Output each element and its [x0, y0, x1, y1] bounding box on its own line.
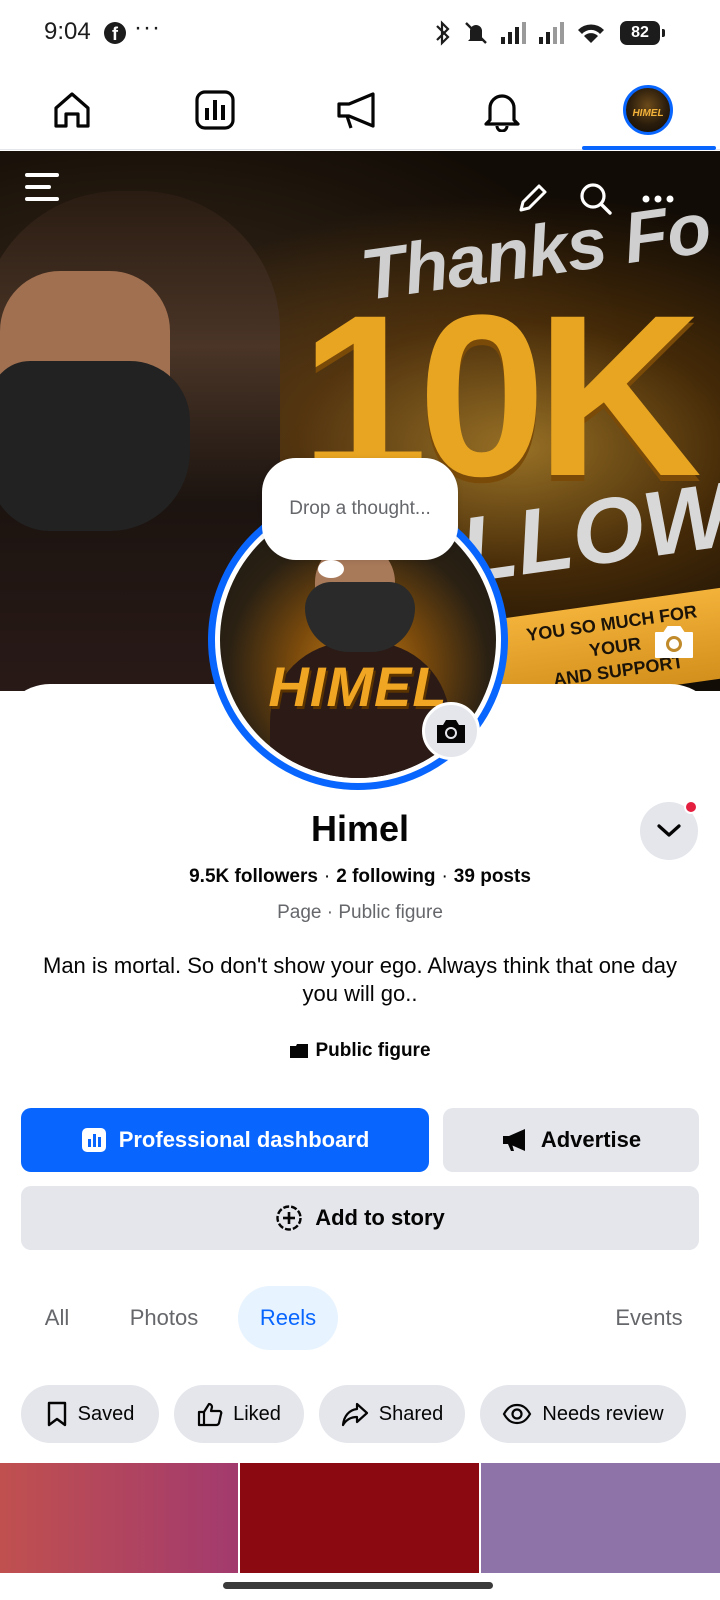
share-icon [341, 1402, 368, 1427]
chip-needs-review[interactable]: Needs review [480, 1385, 686, 1443]
profile-image-mask [305, 582, 415, 652]
home-indicator[interactable] [223, 1582, 493, 1589]
chip-liked-label: Liked [233, 1402, 281, 1425]
thought-bubble-tail [318, 560, 344, 578]
thought-bubble[interactable]: Drop a thought... [262, 458, 458, 560]
bookmark-icon [47, 1401, 66, 1427]
reel-thumbnail[interactable] [0, 1463, 238, 1573]
chevron-down-icon [657, 824, 681, 837]
professional-dashboard-button[interactable]: Professional dashboard [21, 1108, 429, 1172]
megaphone-icon [502, 1129, 525, 1151]
add-to-story-button[interactable]: Add to story [21, 1186, 699, 1250]
chip-liked[interactable]: Liked [174, 1385, 304, 1443]
following-count[interactable]: 2 following [336, 866, 435, 887]
status-bar: 9:04 f ··· 82 [0, 0, 720, 66]
thumbs-up-icon [197, 1402, 223, 1427]
chip-shared[interactable]: Shared [319, 1385, 465, 1443]
tab-reels[interactable]: Reels [238, 1286, 338, 1350]
nav-active-indicator [582, 146, 716, 150]
nav-dashboard[interactable] [185, 80, 245, 140]
megaphone-icon [337, 92, 375, 129]
stats-separator: · [441, 866, 448, 887]
facebook-notification-icon: f [104, 22, 126, 44]
profile-category: Page · Public figure [277, 902, 443, 923]
bluetooth-icon [436, 20, 450, 46]
public-figure-text: Public figure [315, 1040, 431, 1061]
dashboard-icon [81, 1128, 106, 1152]
edit-cover-button[interactable] [652, 621, 696, 661]
profile-bio: Man is mortal. So don't show your ego. A… [43, 953, 677, 1006]
add-circle-icon [276, 1205, 302, 1231]
cover-mask [0, 361, 190, 531]
chip-needs-review-label: Needs review [542, 1402, 664, 1425]
public-figure-label: Public figure [0, 1040, 720, 1062]
home-icon [54, 92, 90, 128]
posts-count: 39 posts [453, 866, 531, 887]
wifi-icon [578, 24, 604, 43]
signal-2-icon [539, 22, 564, 44]
nav-profile[interactable]: HIMEL [618, 80, 678, 140]
tab-photos[interactable]: Photos [118, 1286, 210, 1350]
eye-icon [503, 1403, 532, 1425]
menu-button[interactable] [20, 165, 64, 209]
briefcase-icon [290, 1044, 309, 1058]
notification-dot [684, 800, 698, 814]
profile-avatar: HIMEL [623, 85, 673, 135]
bell-icon [484, 94, 520, 132]
professional-dashboard-label: Professional dashboard [118, 1127, 370, 1152]
advertise-label: Advertise [540, 1127, 642, 1152]
reel-thumbnail[interactable] [481, 1463, 720, 1573]
search-button[interactable] [574, 177, 618, 221]
nav-notifications[interactable] [472, 80, 532, 140]
camera-icon [437, 720, 465, 743]
more-notifications-icon: ··· [134, 14, 161, 41]
signal-icon [501, 22, 526, 44]
camera-icon [655, 626, 693, 658]
search-icon [580, 183, 612, 215]
mute-icon [465, 22, 487, 44]
pencil-icon [519, 184, 547, 212]
status-icons: 82 [434, 18, 665, 48]
chip-shared-label: Shared [378, 1402, 444, 1425]
more-dots-icon [642, 195, 674, 203]
tab-events[interactable]: Events [606, 1286, 692, 1350]
more-options-button[interactable] [636, 177, 680, 221]
chip-saved-label: Saved [77, 1402, 135, 1425]
edit-profile-picture-button[interactable] [422, 702, 480, 760]
status-time: 9:04 [44, 18, 91, 45]
add-to-story-label: Add to story [315, 1205, 445, 1230]
nav-home[interactable] [42, 80, 102, 140]
chip-saved[interactable]: Saved [21, 1385, 159, 1443]
advertise-button[interactable]: Advertise [443, 1108, 699, 1172]
stats-separator: · [323, 866, 331, 887]
profile-name: Himel [310, 808, 410, 849]
nav-ads[interactable] [328, 80, 388, 140]
reel-thumbnail[interactable] [240, 1463, 479, 1573]
tab-all[interactable]: All [32, 1286, 82, 1350]
content-tabs: All Photos Reels Events [0, 1286, 720, 1350]
avatar-text: HIMEL [632, 108, 664, 119]
followers-count[interactable]: 9.5K followers [189, 866, 318, 887]
top-nav: HIMEL [0, 72, 720, 150]
hamburger-menu-icon [25, 173, 59, 201]
dashboard-icon [195, 90, 235, 130]
battery-icon: 82 [620, 21, 665, 45]
edit-button[interactable] [510, 177, 554, 221]
profile-stats: 9.5K followers · 2 following · 39 posts [0, 866, 720, 888]
